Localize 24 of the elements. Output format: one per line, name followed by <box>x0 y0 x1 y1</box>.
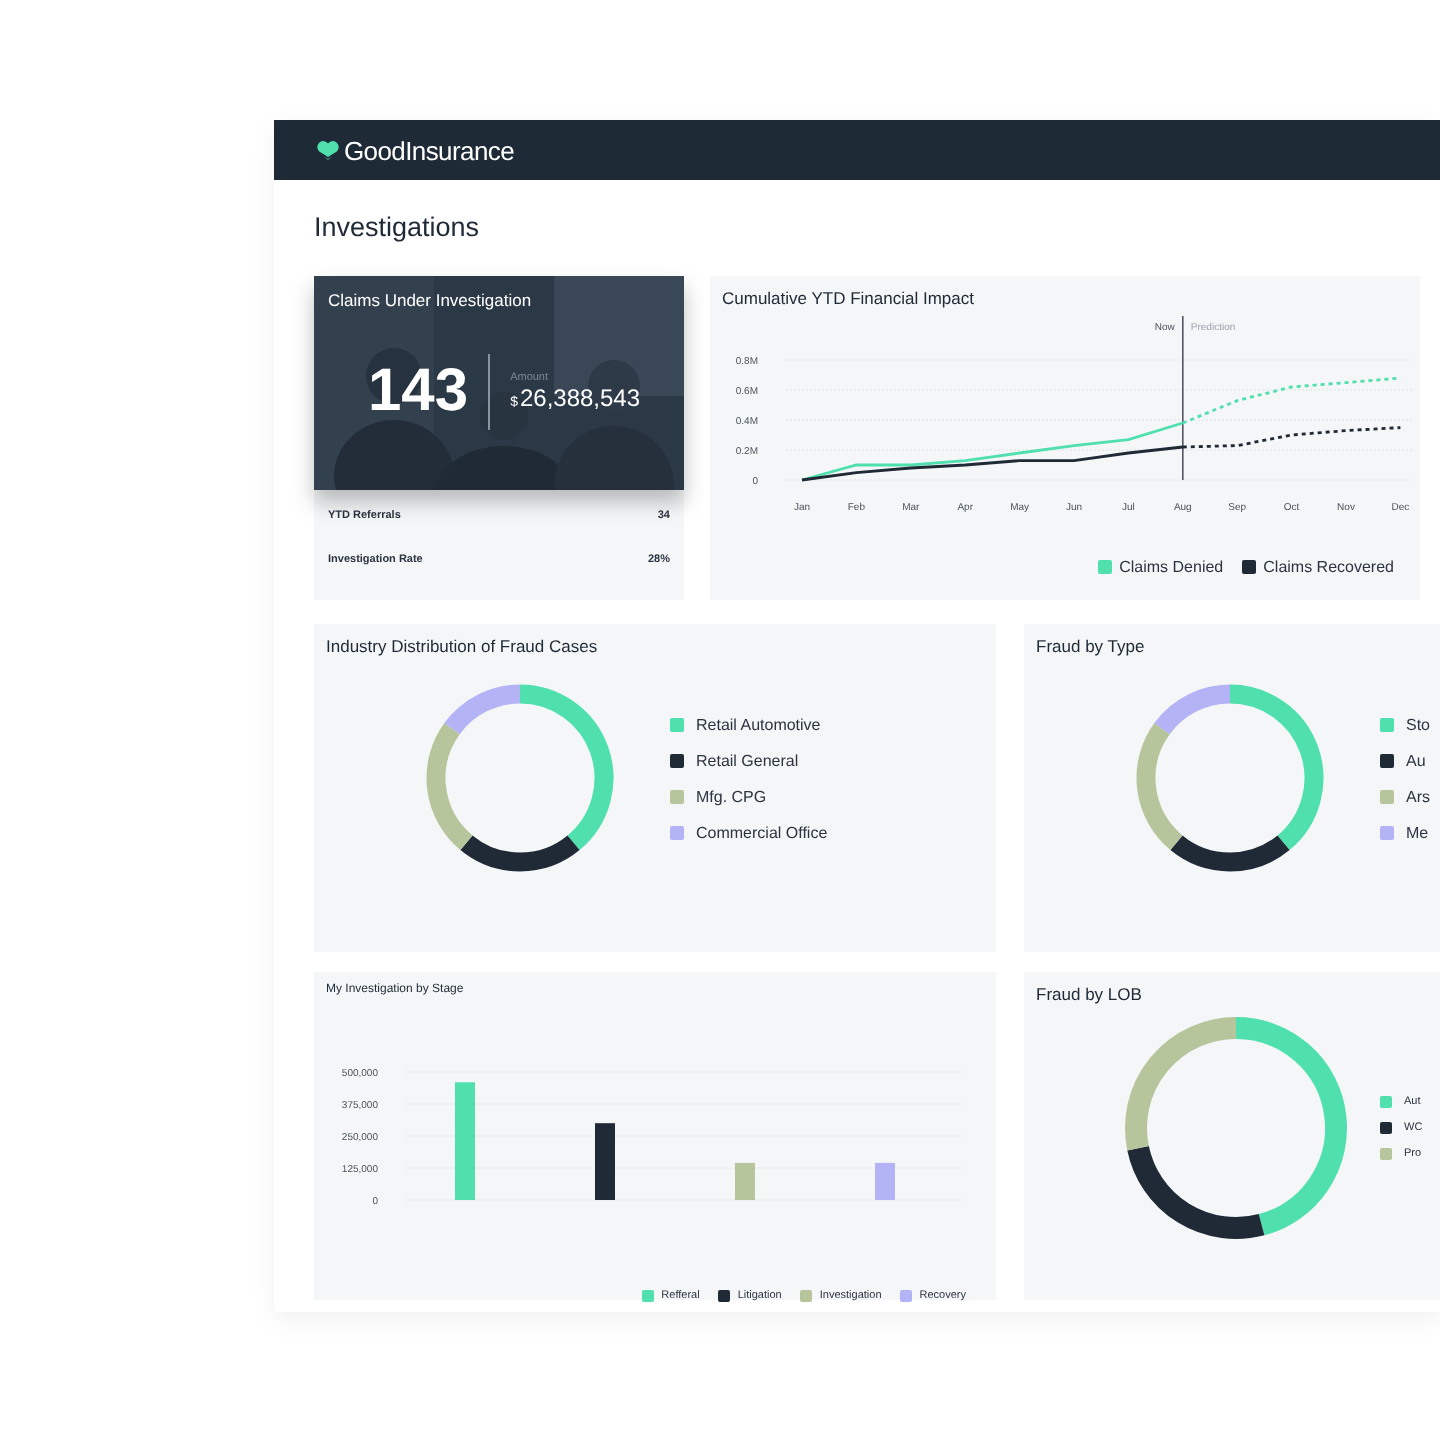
amount-value: 26,388,543 <box>519 384 641 412</box>
bar <box>455 1082 475 1200</box>
heart-hands-icon <box>316 139 340 161</box>
page-title: Investigations <box>314 210 482 246</box>
legend-label: Retail Automotive <box>696 715 821 733</box>
bar <box>595 1123 615 1200</box>
chart-title: Industry Distribution of Fraud Cases <box>326 636 600 656</box>
legend-label: Retail General <box>696 751 799 769</box>
card-title: Claims Under Investigation <box>328 290 534 310</box>
chart-title: Cumulative YTD Financial Impact <box>722 288 976 308</box>
chart-title: Fraud by Type <box>1036 636 1147 656</box>
legend-label: Ars <box>1406 787 1430 805</box>
brand-logo[interactable]: GoodInsurance <box>344 135 515 165</box>
legend-label: Au <box>1406 751 1426 769</box>
legend-label: Sto <box>1406 715 1431 733</box>
legend-label: Commercial Office <box>696 823 828 841</box>
bar <box>735 1162 755 1200</box>
legend-label: Mfg. CPG <box>696 787 767 805</box>
legend-label: Claims Recovered <box>1263 558 1394 576</box>
claims-count: 143 <box>368 358 469 426</box>
legend-label: Me <box>1406 823 1429 841</box>
bar <box>875 1162 895 1200</box>
legend-label: Claims Denied <box>1119 558 1224 576</box>
chart-title: Fraud by LOB <box>1036 984 1144 1004</box>
